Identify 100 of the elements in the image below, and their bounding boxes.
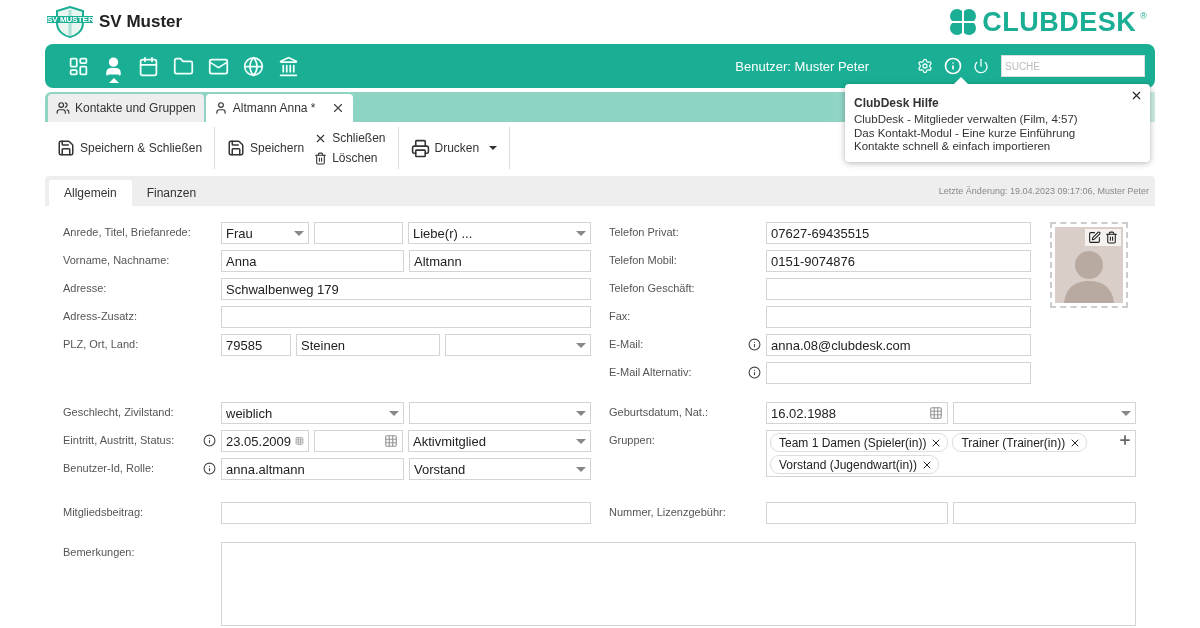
text-field[interactable] [766,362,1031,384]
help-link[interactable]: Das Kontakt-Modul - Eine kurze Einführung [854,126,1141,140]
toolbar-button[interactable]: Löschen [314,149,386,167]
text-field[interactable] [221,502,591,524]
people-icon [56,101,70,115]
text-field[interactable]: anna.08@clubdesk.com [766,334,1031,356]
toolbar-button[interactable]: Speichern & Schließen [57,137,203,159]
dropdown-caret-icon [576,342,586,348]
groups-field[interactable]: Team 1 Damen (Spieler(in)) Trainer (Trainer(in)) Vorstand (Jugendwart(in)) [766,430,1136,477]
dropdown-caret-icon [576,466,586,472]
field-label: Mitgliedsbeitrag: [63,506,144,518]
tab-label[interactable]: Kontakte und Gruppen [75,101,196,115]
document-tab[interactable]: Kontakte und Gruppen [48,94,204,122]
field-label: Fax: [609,310,631,322]
field-label: E-Mail: [609,338,644,350]
calendar-grid-icon[interactable] [295,434,304,448]
text-field[interactable]: Anna [221,250,404,272]
help-link[interactable]: ClubDesk - Mitglieder verwalten (Film, 4:57) [854,113,1141,127]
field-label: Eintritt, Austritt, Status: [63,434,175,446]
field-label: E-Mail Alternativ: [609,366,692,378]
field-label: Telefon Privat: [609,226,679,238]
tab-label[interactable]: Altmann Anna * [232,101,316,115]
close-icon[interactable] [1130,89,1143,102]
trash-icon [314,151,328,165]
globe-icon [243,55,264,77]
text-field[interactable] [953,502,1136,524]
text-field[interactable]: 79585 [221,334,291,356]
info-icon[interactable] [748,337,761,351]
dropdown-caret-icon [576,410,586,416]
field-label: Adress-Zusatz: [63,310,137,322]
text-field[interactable]: 07627-69435515 [766,222,1031,244]
select-field[interactable] [953,402,1136,424]
popup-title: ClubDesk Hilfe [854,96,940,110]
text-field[interactable] [221,306,591,328]
bank-building-icon [278,55,299,77]
group-tag[interactable]: Trainer (Trainer(in)) [952,433,1088,452]
club-logo: SV MUSTER [47,6,93,38]
toolbar-button[interactable]: Schließen [314,129,386,147]
field-label: Adresse: [63,282,107,294]
field-label: Telefon Geschäft: [609,282,695,294]
add-icon[interactable] [1118,433,1132,447]
help-link[interactable]: Kontakte schnell & einfach importieren [854,140,1141,154]
person-icon [103,55,124,77]
field-label: Geburtsdatum, Nat.: [609,406,709,418]
remarks-field[interactable] [221,542,1136,626]
info-icon[interactable] [203,461,216,475]
calendar-grid-icon[interactable] [929,406,943,420]
edit-icon[interactable] [1088,231,1101,244]
user-label: Benutzer: Muster Peter [735,58,869,74]
last-change-text: Letzte Änderung: 19.04.2023 09:17:06, Muster Peter [938,186,1150,196]
field-label: Benutzer-Id, Rolle: [63,462,155,474]
clover-logo-icon [948,7,979,37]
dropdown-caret-icon [389,410,399,416]
text-field[interactable]: Schwalbenweg 179 [221,278,591,300]
text-field[interactable]: anna.altmann [221,458,404,480]
select-field[interactable] [445,334,591,356]
select-field[interactable]: weiblich [221,402,404,424]
brand-logo-text: CLUBDESK [982,6,1137,38]
field-label: Gruppen: [609,434,655,446]
select-field[interactable]: Vorstand [409,458,591,480]
field-label: PLZ, Ort, Land: [63,338,139,350]
calendar-icon [138,55,159,77]
toolbar-button[interactable]: Speichern [227,137,305,159]
dropdown-caret-icon [576,438,586,444]
select-field[interactable] [409,402,591,424]
document-tab[interactable]: Altmann Anna * [205,94,353,122]
info-icon[interactable] [748,365,761,379]
person-icon [213,101,228,115]
toolbar-button[interactable]: Drucken [410,136,498,160]
club-name: SV Muster [99,12,183,32]
select-field[interactable]: Aktivmitglied [408,430,591,452]
field-label: Anrede, Titel, Briefanrede: [63,226,191,238]
form-tab[interactable]: Allgemein [49,180,132,206]
text-field[interactable]: 0151-9074876 [766,250,1031,272]
field-label: Vorname, Nachname: [63,254,170,266]
select-field[interactable]: Frau [221,222,309,244]
group-tag[interactable]: Team 1 Damen (Spieler(in)) [770,433,949,452]
select-field[interactable]: Liebe(r) ... [408,222,591,244]
group-tag[interactable]: Vorstand (Jugendwart(in)) [770,455,940,474]
text-field[interactable] [314,222,403,244]
info-icon[interactable] [203,433,216,447]
text-field[interactable]: Altmann [409,250,591,272]
text-field[interactable] [766,278,1031,300]
date-field[interactable]: 16.02.1988 [766,402,948,424]
field-label: Nummer, Lizenzgebühr: [609,506,726,518]
form-tab[interactable]: Finanzen [131,180,212,206]
search-field[interactable]: SUCHE [1001,55,1145,77]
dropdown-caret-icon [1121,410,1131,416]
field-label: Geschlecht, Zivilstand: [63,406,174,418]
date-field[interactable]: 23.05.2009 [221,430,309,452]
date-field[interactable] [314,430,403,452]
calendar-grid-icon[interactable] [384,434,398,448]
text-field[interactable]: Steinen [296,334,440,356]
selected-indicator-icon [108,78,119,83]
dropdown-caret-icon [576,230,586,236]
text-field[interactable] [766,306,1031,328]
field-label: Telefon Mobil: [609,254,677,266]
text-field[interactable] [766,502,948,524]
dashboard-icon [68,55,89,77]
trash-icon[interactable] [1105,231,1118,244]
